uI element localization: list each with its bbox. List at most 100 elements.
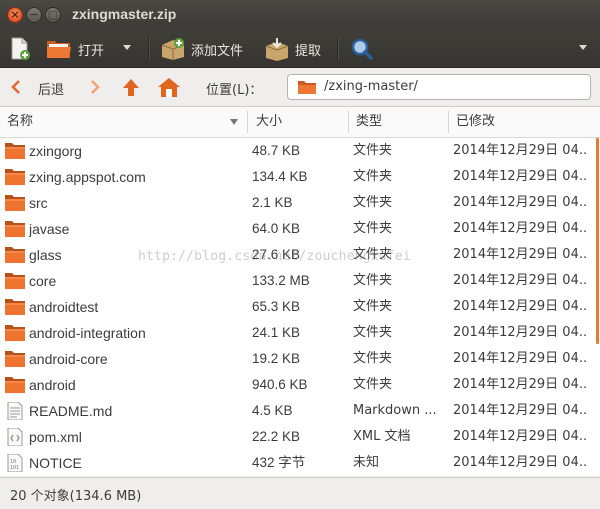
folder-icon [4,168,26,186]
extract-icon [265,38,289,61]
file-type: Markdown ... [353,403,437,418]
maximize-icon: □ [47,8,59,21]
file-row[interactable]: core 133.2 MB 文件夹 2014年12月29日 04... [0,268,600,294]
file-name: android-integration [29,325,146,341]
extract-button[interactable]: 提取 [265,36,321,62]
menu-dropdown-arrow-icon[interactable] [579,45,587,50]
file-type: 文件夹 [353,195,393,210]
new-archive-button[interactable] [9,36,31,62]
open-button[interactable]: 打开 [46,36,104,62]
column-divider[interactable] [348,111,349,133]
back-arrow-icon[interactable] [11,80,21,94]
file-modified: 2014年12月29日 04... [453,247,588,262]
file-type: 文件夹 [353,273,393,288]
scrollbar-thumb[interactable] [596,138,599,344]
file-type: 未知 [353,455,380,470]
file-row[interactable]: android-core 19.2 KB 文件夹 2014年12月29日 04... [0,346,600,372]
folder-icon [4,376,26,394]
file-row[interactable]: android 940.6 KB 文件夹 2014年12月29日 04... [0,372,600,398]
file-name: src [29,195,48,211]
column-name-header[interactable]: 名称 [7,107,33,137]
archive-manager-window: × − □ zxingmaster.zip 打开 添加文件 提取 后退 位置(L… [0,0,600,509]
file-size: 64.0 KB [252,221,301,236]
folder-icon [4,350,26,368]
minimize-window-button[interactable]: − [26,7,42,23]
file-modified: 2014年12月29日 04... [453,195,588,210]
file-list: zxingorg 48.7 KB 文件夹 2014年12月29日 04... zxing… [0,138,600,476]
file-row[interactable]: README.md 4.5 KB Markdown ... 2014年12月29日 0… [0,398,600,424]
file-row[interactable]: android-integration 24.1 KB 文件夹 2014年12月29日… [0,320,600,346]
file-size: 432 字节 [252,455,306,470]
folder-icon [4,324,26,342]
add-files-label: 添加文件 [191,43,244,59]
column-divider[interactable] [448,111,449,133]
file-modified: 2014年12月29日 04... [453,273,588,288]
file-row[interactable]: androidtest 65.3 KB 文件夹 2014年12月29日 04... [0,294,600,320]
new-file-icon [11,37,30,60]
file-size: 19.2 KB [252,351,301,366]
search-icon [351,38,373,60]
column-modified-header[interactable]: 已修改 [456,107,495,137]
forward-arrow-icon[interactable] [90,80,100,94]
file-type: 文件夹 [353,325,393,340]
open-dropdown-arrow-icon[interactable] [123,45,131,50]
file-name: glass [29,247,62,263]
file-row[interactable]: javase 64.0 KB 文件夹 2014年12月29日 04... [0,216,600,242]
column-type-header[interactable]: 类型 [356,107,382,137]
file-name: javase [29,221,70,237]
file-type: 文件夹 [353,221,393,236]
file-name: zxingorg [29,143,82,159]
open-label: 打开 [78,43,105,59]
file-modified: 2014年12月29日 04... [453,221,588,236]
open-folder-icon [47,41,71,58]
file-row[interactable]: zxing.appspot.com 134.4 KB 文件夹 2014年12月29日 … [0,164,600,190]
file-size: 65.3 KB [252,299,301,314]
up-arrow-icon[interactable] [121,77,141,97]
file-type: 文件夹 [353,169,393,184]
back-button[interactable]: 后退 [38,79,64,98]
file-type: 文件夹 [353,351,393,366]
file-name: core [29,273,57,289]
column-header: 名称 大小 类型 已修改 [0,107,600,138]
text-file-icon [4,401,26,421]
file-size: 27.6 KB [252,247,301,262]
file-row[interactable]: src 2.1 KB 文件夹 2014年12月29日 04... [0,190,600,216]
file-modified: 2014年12月29日 04... [453,325,588,340]
location-path-field[interactable]: /zxing-master/ [287,74,591,100]
file-row[interactable]: glass 27.6 KB 文件夹 2014年12月29日 04... [0,242,600,268]
column-size-header[interactable]: 大小 [256,107,282,137]
column-divider[interactable] [247,111,248,133]
folder-icon [4,142,26,160]
folder-icon [4,272,26,290]
file-size: 940.6 KB [252,377,308,392]
file-size: 2.1 KB [252,195,293,210]
extract-label: 提取 [295,43,322,59]
maximize-window-button[interactable]: □ [45,7,61,23]
sort-descending-icon [230,119,238,125]
file-modified: 2014年12月29日 04... [453,455,588,470]
file-row[interactable]: zxingorg 48.7 KB 文件夹 2014年12月29日 04... [0,138,600,164]
file-size: 133.2 MB [252,273,310,288]
find-button[interactable] [350,36,374,62]
home-icon[interactable] [157,76,181,98]
add-files-icon [161,38,185,60]
file-type: 文件夹 [353,377,393,392]
file-size: 4.5 KB [252,403,293,418]
title-bar: × − □ zxingmaster.zip [0,0,600,30]
file-row[interactable]: pom.xml 22.2 KB XML 文档 2014年12月29日 04... [0,424,600,450]
xml-file-icon [4,427,26,447]
svg-text:101: 101 [10,465,19,471]
file-modified: 2014年12月29日 04... [453,299,588,314]
file-name: android [29,377,76,393]
status-text: 20 个对象(134.6 MB) [10,489,142,504]
window-title: zxingmaster.zip [72,6,177,22]
file-name: README.md [29,403,113,419]
location-bar: 后退 位置(L)： /zxing-master/ [0,68,600,107]
folder-icon [4,220,26,238]
status-bar: 20 个对象(134.6 MB) [0,477,600,509]
close-window-button[interactable]: × [7,7,23,23]
file-name: zxing.appspot.com [29,169,146,185]
add-files-button[interactable]: 添加文件 [161,36,243,62]
file-size: 24.1 KB [252,325,301,340]
file-row[interactable]: 10 101 NOTICE 432 字节 未知 2014年12月29日 04... [0,450,600,476]
